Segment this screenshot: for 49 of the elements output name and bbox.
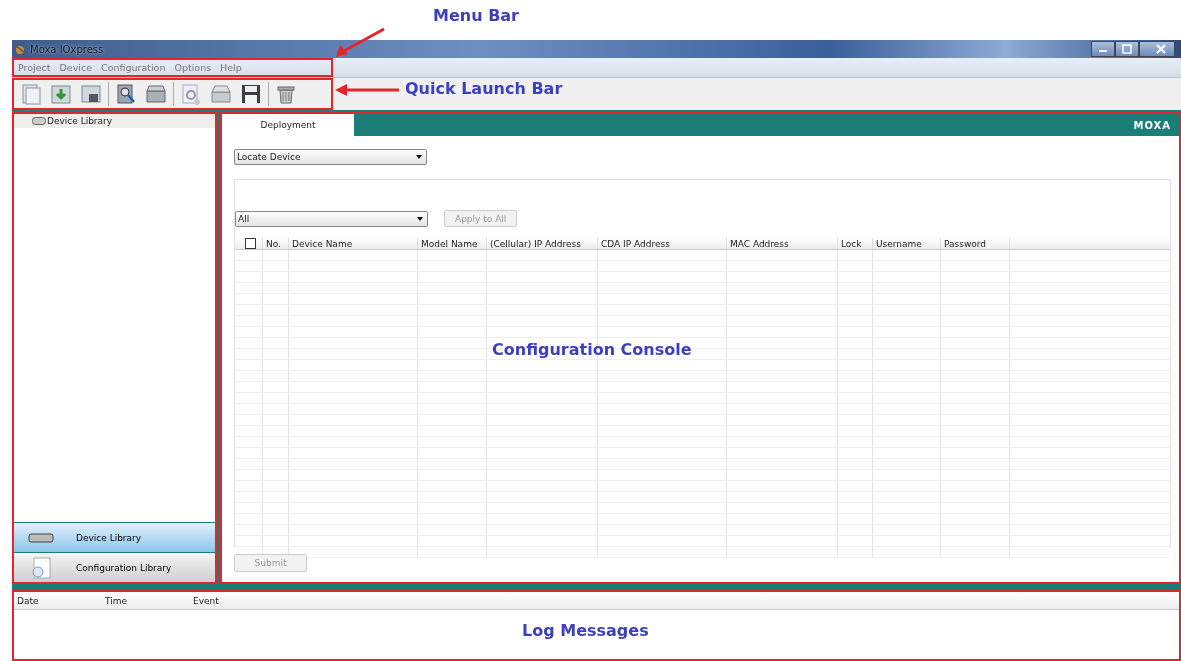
minimize-icon[interactable] <box>1091 41 1115 57</box>
device-icon <box>32 117 46 125</box>
menu-item[interactable]: Help <box>220 62 242 73</box>
locate-dropdown[interactable]: Locate Device <box>234 149 427 165</box>
download-icon <box>49 82 73 106</box>
filter-dropdown[interactable]: All <box>235 210 428 227</box>
column-header: Model Name <box>418 238 487 249</box>
callout-label: Quick Launch Bar <box>405 79 563 98</box>
column-header: Event <box>192 595 220 606</box>
column-header: Time <box>104 595 129 606</box>
column-header: (Cellular) IP Address <box>487 238 598 249</box>
column-header: Lock <box>838 238 873 249</box>
close-icon[interactable] <box>1139 41 1175 57</box>
save-icon <box>79 82 103 106</box>
apply-to-all-button[interactable]: Apply to All <box>444 210 518 227</box>
caret-icon <box>416 155 422 159</box>
menu-item[interactable]: Project <box>18 62 51 73</box>
select-all-checkbox[interactable] <box>244 238 256 249</box>
column-header: MAC Address <box>727 238 838 249</box>
page-icon <box>19 82 43 106</box>
restore-icon[interactable] <box>1115 41 1139 57</box>
column-header: No. <box>263 238 289 249</box>
callout-arrow <box>335 84 399 96</box>
tree-item[interactable]: Device Library <box>14 114 215 128</box>
menu-item[interactable]: Configuration <box>101 62 166 73</box>
gear-page-icon <box>179 82 203 106</box>
menu-item[interactable]: Options <box>174 62 212 73</box>
app-icon <box>14 43 26 55</box>
callout-label: Menu Bar <box>433 6 519 25</box>
callout-label: Configuration Console <box>492 340 692 359</box>
tab[interactable]: Deployment <box>222 114 354 136</box>
caret-icon <box>417 216 423 221</box>
box-icon <box>144 82 168 106</box>
sidebar-nav-button[interactable]: Configuration Library <box>14 552 215 582</box>
column-header: Username <box>873 238 941 249</box>
callout-arrow <box>334 27 386 59</box>
callout-label: Log Messages <box>522 621 649 640</box>
search-icon <box>114 82 138 106</box>
menu-item[interactable]: Device <box>59 62 92 73</box>
window-title: Moxa IOxpress <box>30 43 104 55</box>
brand-logo: MOXA <box>1133 119 1172 131</box>
column-header: Device Name <box>289 238 418 249</box>
column-header: Password <box>941 238 1010 249</box>
column-header: Date <box>16 595 40 606</box>
sidebar-nav-button[interactable]: Device Library <box>14 522 215 552</box>
box-icon <box>209 82 233 106</box>
floppy-icon <box>239 82 263 106</box>
submit-button[interactable]: Submit <box>234 554 307 572</box>
column-header: CDA IP Address <box>598 238 727 249</box>
